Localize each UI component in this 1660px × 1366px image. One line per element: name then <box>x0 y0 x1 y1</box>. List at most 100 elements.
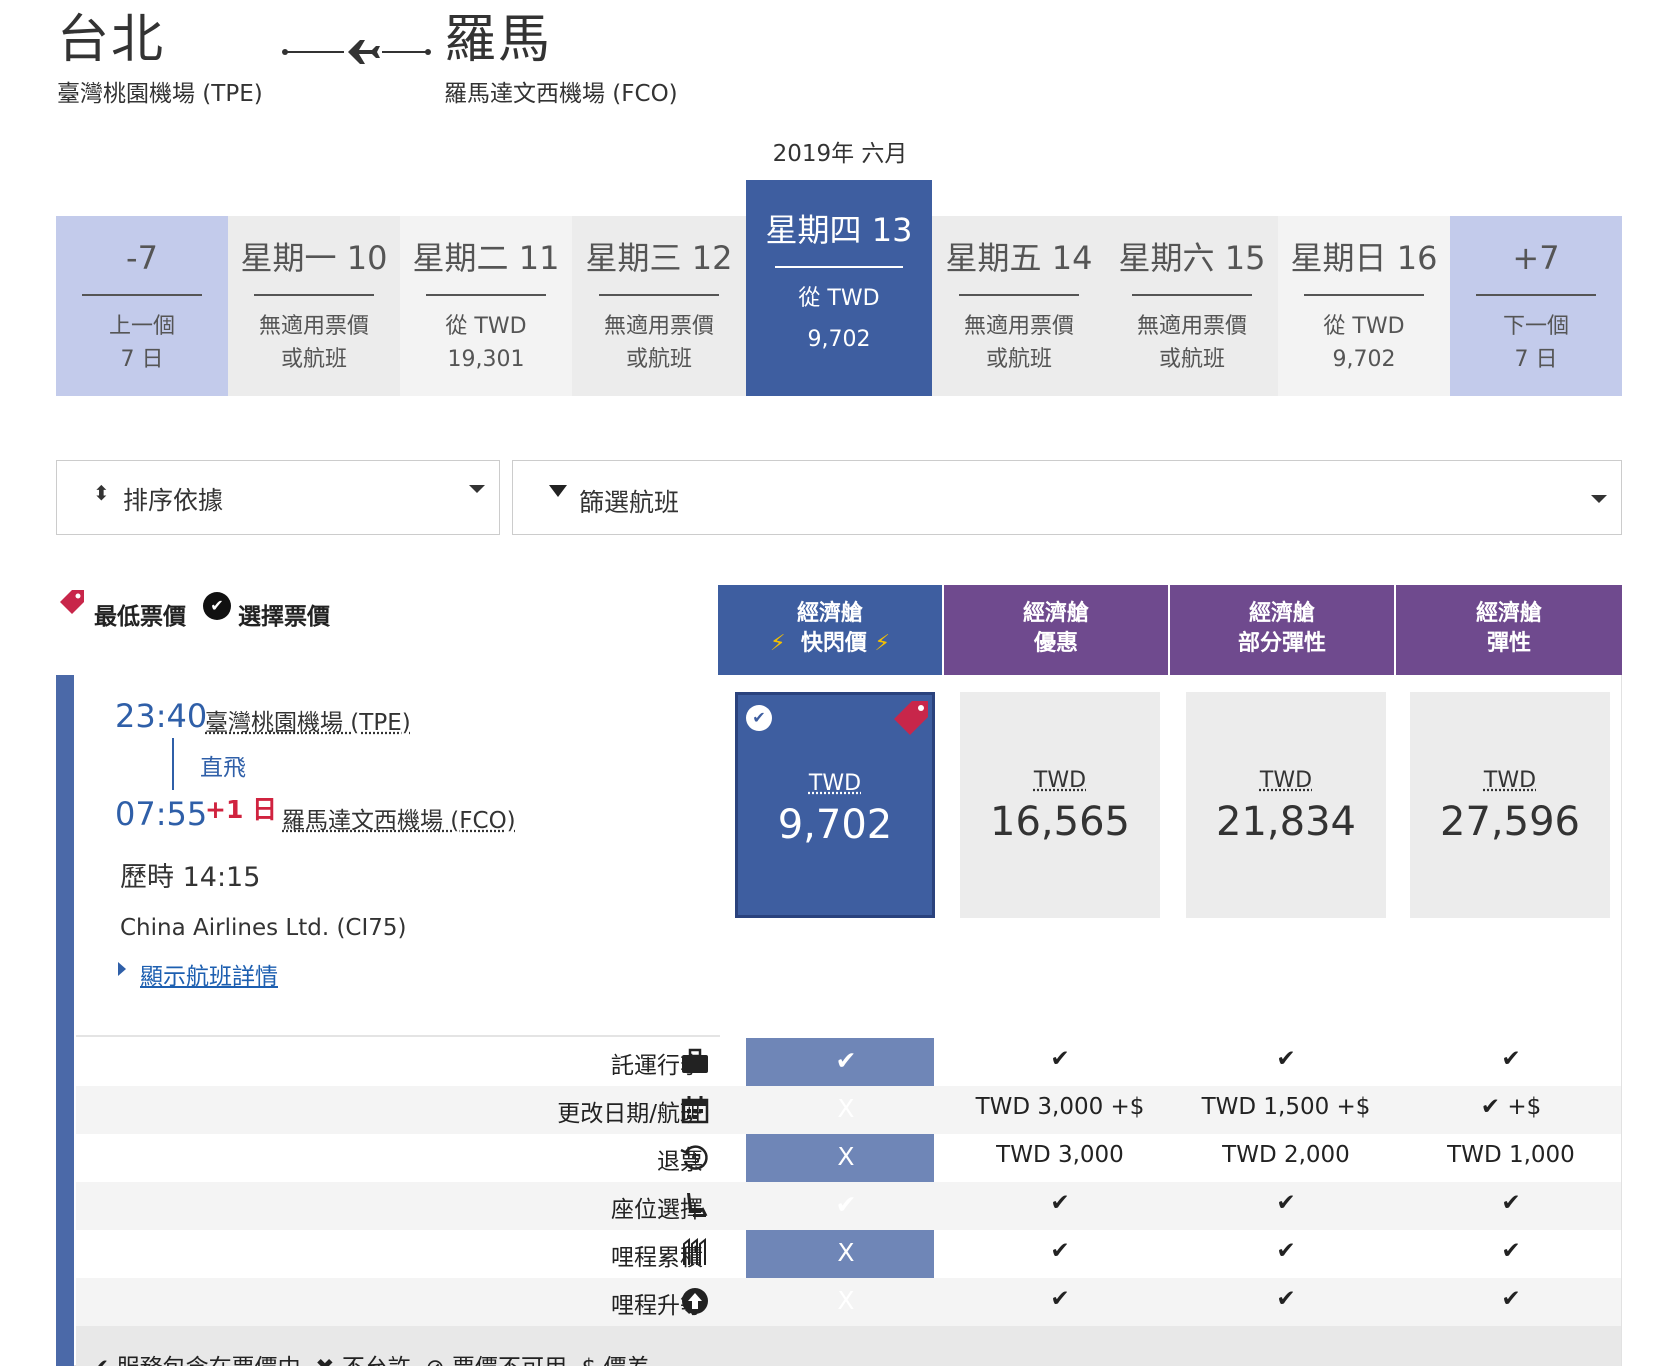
date-tab-thu-13-selected[interactable]: 星期四 13 從 TWD 9,702 <box>746 180 932 396</box>
calendar-icon <box>680 1094 710 1124</box>
legend-not-allowed: 不允許 <box>342 1355 411 1366</box>
plane-route-icon <box>282 36 432 68</box>
date-price-line1: 無適用票價 <box>258 314 369 339</box>
date-label: 星期三 12 <box>585 239 733 277</box>
sort-icon: ⬍ <box>93 481 110 505</box>
cabin-name: 經濟艙 <box>796 601 863 626</box>
date-price-line1: 從 TWD <box>798 286 880 311</box>
sort-dropdown[interactable]: ⬍ 排序依據 <box>56 460 500 535</box>
next-week-button[interactable]: +7 下一個 7 日 <box>1450 216 1622 396</box>
feature-value: X <box>837 1142 855 1171</box>
next-week-offset: +7 <box>1512 239 1560 277</box>
feature-value: TWD 3,000 +$ <box>975 1094 1145 1120</box>
feature-row-change-date: 更改日期/航班 X TWD 3,000 +$ TWD 1,500 +$ ✔ +$ <box>76 1086 1621 1134</box>
cross-icon: ✖ <box>315 1355 334 1366</box>
feature-legend-bar: ✔ 服務包含在票價中 ✖ 不允許 ⊘ 票價不可用 $ 價差 <box>76 1326 1621 1366</box>
cabin-header-economy-flex: 經濟艙 彈性 <box>1396 585 1622 675</box>
feature-row-baggage: 託運行李 ✔ ✔ ✔ ✔ <box>76 1038 1621 1086</box>
divider <box>76 1035 720 1037</box>
calendar-month: 2019年 六月 <box>772 141 908 167</box>
date-price-line1: 從 TWD <box>445 314 527 339</box>
feature-value: ✔ <box>1276 1046 1296 1072</box>
feature-value: ✔ <box>1501 1190 1521 1216</box>
legend-lowest-price: 最低票價 <box>94 604 186 630</box>
arrival-airport[interactable]: 羅馬達文西機場 (FCO) <box>282 801 516 835</box>
date-price-line1: 無適用票價 <box>963 314 1074 339</box>
date-tab-sat-15[interactable]: 星期六 15 無適用票價 或航班 <box>1106 216 1278 396</box>
filter-dropdown[interactable]: 篩選航班 <box>512 460 1622 535</box>
dest-airport: 羅馬達文西機場 (FCO) <box>444 81 678 107</box>
lightning-icon: ⚡ <box>874 631 890 656</box>
feature-value: ✔ <box>1501 1046 1521 1072</box>
flight-type-direct: 直飛 <box>200 755 246 781</box>
feature-value: ✔ <box>1276 1190 1296 1216</box>
feature-value: X <box>837 1094 855 1123</box>
filter-icon <box>549 485 567 497</box>
dest-city: 羅馬 <box>444 10 553 70</box>
feature-row-seat-selection: 座位選擇 ✔ ✔ ✔ ✔ <box>76 1182 1621 1230</box>
upgrade-icon <box>680 1286 710 1316</box>
lightning-icon: ⚡ <box>770 631 786 656</box>
origin-airport: 臺灣桃園機場 (TPE) <box>57 81 263 107</box>
unavailable-icon: ⊘ <box>425 1355 444 1366</box>
cabin-subtitle: ⚡ 快閃價 ⚡ <box>718 629 942 659</box>
cabin-fare: 優惠 <box>1033 631 1078 656</box>
fare-option-flash-selected[interactable]: ✔ TWD 9,702 <box>735 692 935 918</box>
feature-value: ✔ <box>1050 1286 1070 1312</box>
route-line <box>172 738 174 790</box>
check-circle-icon: ✔ <box>746 705 772 731</box>
feature-value: TWD 1,000 <box>1447 1142 1575 1168</box>
fare-amount: 21,834 <box>1216 799 1356 845</box>
show-flight-details-link[interactable]: 顯示航班詳情 <box>140 957 278 991</box>
fare-amount: 27,596 <box>1440 799 1580 845</box>
date-tab-wed-12[interactable]: 星期三 12 無適用票價 或航班 <box>572 216 746 396</box>
date-price-line2: 或航班 <box>985 347 1052 372</box>
fare-amount: 16,565 <box>990 799 1130 845</box>
fare-option-flex[interactable]: TWD 27,596 <box>1410 692 1610 918</box>
date-label: 星期一 10 <box>240 239 388 277</box>
divider <box>775 266 903 268</box>
divider <box>959 294 1079 296</box>
next-week-label: 下一個 <box>1502 314 1569 339</box>
divider <box>426 294 546 296</box>
date-price-line2: 或航班 <box>280 347 347 372</box>
departure-airport[interactable]: 臺灣桃園機場 (TPE) <box>205 703 411 737</box>
refund-icon: $ <box>680 1142 710 1172</box>
feature-value: ✔ <box>835 1190 857 1219</box>
feature-value: ✔ <box>1276 1238 1296 1264</box>
chevron-down-icon <box>469 485 485 493</box>
feature-row-refund: 退票 $ X TWD 3,000 TWD 2,000 TWD 1,000 <box>76 1134 1621 1182</box>
divider <box>1304 294 1424 296</box>
feature-value: TWD 1,500 +$ <box>1201 1094 1371 1120</box>
feature-value: ✔ <box>1050 1190 1070 1216</box>
fare-currency: TWD <box>1033 768 1087 793</box>
feature-legend: ✔ 服務包含在票價中 ✖ 不允許 ⊘ 票價不可用 $ 價差 <box>90 1348 650 1366</box>
date-label: 星期六 15 <box>1118 239 1266 277</box>
fare-option-semiflex[interactable]: TWD 21,834 <box>1186 692 1386 918</box>
date-tab-fri-14[interactable]: 星期五 14 無適用票價 或航班 <box>932 216 1106 396</box>
date-tab-sun-16[interactable]: 星期日 16 從 TWD 9,702 <box>1278 216 1450 396</box>
arrival-time: 07:55 <box>115 795 208 833</box>
divider <box>82 294 202 296</box>
seat-icon <box>680 1190 710 1220</box>
date-tab-tue-11[interactable]: 星期二 11 從 TWD 19,301 <box>400 216 572 396</box>
prev-week-button[interactable]: -7 上一個 7 日 <box>56 216 228 396</box>
origin-city: 台北 <box>57 10 166 70</box>
date-price-line2: 19,301 <box>447 347 525 372</box>
fare-option-saver[interactable]: TWD 16,565 <box>960 692 1160 918</box>
cabin-fare: 部分彈性 <box>1237 631 1326 656</box>
flight-duration: 歷時 14:15 <box>120 862 261 893</box>
date-price-line1: 無適用票價 <box>603 314 714 339</box>
arrival-day-offset: +1 日 <box>205 795 278 824</box>
feature-value: TWD 2,000 <box>1222 1142 1350 1168</box>
caret-right-icon <box>118 962 126 976</box>
date-label: 星期二 11 <box>412 239 560 277</box>
date-label: 星期日 16 <box>1290 239 1438 277</box>
feature-row-mileage-upgrade: 哩程升等 X ✔ ✔ ✔ <box>76 1278 1621 1326</box>
fare-currency: TWD <box>1259 768 1313 793</box>
departure-time: 23:40 <box>115 697 208 735</box>
feature-value: ✔ +$ <box>1480 1094 1542 1120</box>
date-tab-mon-10[interactable]: 星期一 10 無適用票價 或航班 <box>228 216 400 396</box>
divider <box>1476 294 1596 296</box>
prev-week-offset: -7 <box>126 239 158 277</box>
